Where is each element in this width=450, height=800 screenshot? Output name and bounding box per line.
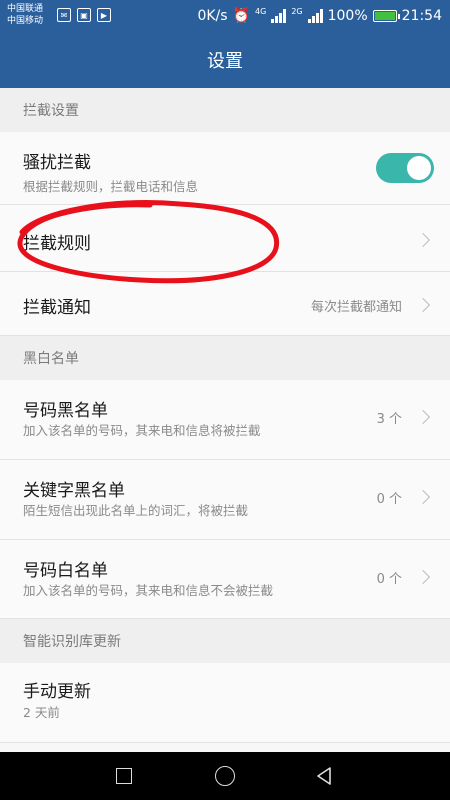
chevron-right-icon [415, 409, 431, 425]
chevron-right-icon [415, 297, 431, 313]
row-value: 0 个 [376, 572, 402, 587]
battery-percent: 100% [327, 8, 368, 24]
row-title: 拦截通知 [23, 298, 91, 318]
home-button[interactable] [195, 752, 255, 800]
row-value: 3 个 [376, 412, 402, 427]
intercept-notify-row[interactable]: 拦截通知 每次拦截都通知 [0, 272, 450, 336]
circle-icon [215, 766, 235, 786]
number-blacklist-row[interactable]: 号码黑名单 加入该名单的号码，其来电和信息将被拦截 3 个 [0, 380, 450, 460]
section-title: 拦截设置 [23, 103, 79, 119]
carrier-info: 中国联通 中国移动 [7, 3, 43, 27]
intercept-rules-row[interactable]: 拦截规则 [0, 205, 450, 272]
row-subtitle: 陌生短信出现此名单上的词汇，将被拦截 [23, 503, 249, 518]
carrier-1: 中国联通 [7, 4, 44, 14]
section-title: 智能识别库更新 [23, 634, 121, 650]
clock: 21:54 [401, 8, 442, 24]
section-header-update: 智能识别库更新 [0, 619, 450, 663]
keyword-blacklist-row[interactable]: 关键字黑名单 陌生短信出现此名单上的词汇，将被拦截 0 个 [0, 460, 450, 540]
net-4g-label: 4G [255, 7, 267, 16]
square-icon [116, 768, 132, 784]
alarm-icon: ⏰ [232, 8, 251, 24]
net-2g-label: 2G [291, 7, 303, 16]
status-bar: 中国联通 中国移动 ✉ ▣ ▶ 0K/s ⏰ 4G 2G 100% 21:54 [0, 0, 450, 32]
row-title: 手动更新 [23, 682, 91, 702]
recents-button[interactable] [94, 752, 154, 800]
harass-intercept-row[interactable]: 骚扰拦截 根据拦截规则，拦截电话和信息 [0, 132, 450, 205]
row-title: 号码黑名单 [23, 401, 108, 421]
page-title: 设置 [207, 51, 243, 72]
row-title: 号码白名单 [23, 561, 108, 581]
row-title: 拦截规则 [23, 234, 91, 254]
signal-icon-2 [307, 9, 323, 23]
chevron-right-icon [415, 232, 431, 248]
section-header-intercept: 拦截设置 [0, 88, 450, 132]
battery-icon [372, 10, 400, 22]
row-title: 关键字黑名单 [23, 481, 125, 501]
carrier-2: 中国移动 [7, 16, 44, 26]
row-subtitle: 加入该名单的号码，其来电和信息不会被拦截 [23, 583, 274, 598]
status-right: 0K/s ⏰ 4G 2G 100% 21:54 [197, 0, 442, 32]
back-triangle-icon [317, 767, 331, 785]
harass-intercept-toggle[interactable] [376, 153, 434, 183]
back-button[interactable] [294, 752, 354, 800]
play-notification-icon: ▶ [97, 8, 111, 22]
row-subtitle: 2 天前 [23, 705, 60, 720]
section-header-lists: 黑白名单 [0, 336, 450, 380]
app-notification-icon: ✉ [57, 8, 71, 22]
settings-screen: 中国联通 中国移动 ✉ ▣ ▶ 0K/s ⏰ 4G 2G 100% 21:54 … [0, 0, 450, 800]
row-title: 骚扰拦截 [23, 153, 91, 173]
row-value: 每次拦截都通知 [310, 300, 402, 315]
row-value: 0 个 [376, 492, 402, 507]
image-notification-icon: ▣ [77, 8, 91, 22]
net-speed: 0K/s [197, 8, 228, 24]
manual-update-row[interactable]: 手动更新 2 天前 [0, 663, 450, 743]
chevron-right-icon [415, 569, 431, 585]
section-title: 黑白名单 [23, 351, 79, 367]
title-bar: 设置 [0, 32, 450, 88]
number-whitelist-row[interactable]: 号码白名单 加入该名单的号码，其来电和信息不会被拦截 0 个 [0, 540, 450, 619]
signal-icon [271, 9, 287, 23]
chevron-right-icon [415, 489, 431, 505]
row-subtitle: 加入该名单的号码，其来电和信息将被拦截 [23, 423, 261, 438]
system-nav-bar [0, 752, 450, 800]
toggle-knob [407, 156, 431, 180]
row-subtitle: 根据拦截规则，拦截电话和信息 [23, 179, 199, 194]
